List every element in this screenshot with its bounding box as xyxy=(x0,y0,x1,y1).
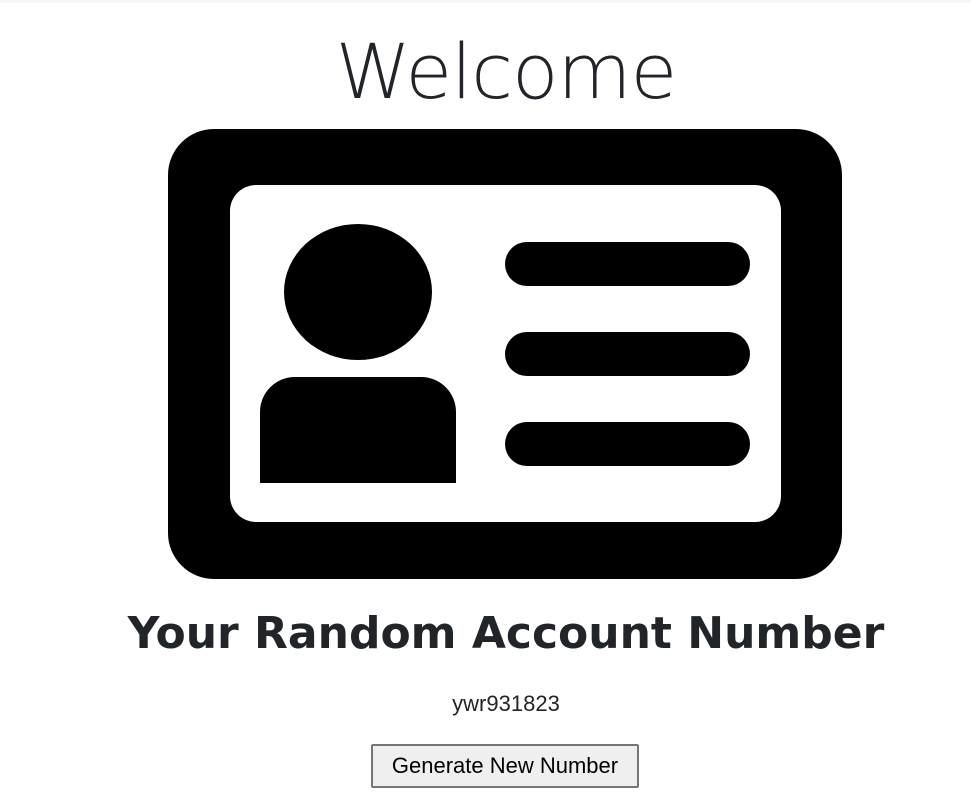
page-title: Welcome xyxy=(335,27,678,116)
page-container: Welcome Your Random Account Number ywr93… xyxy=(0,0,971,809)
generate-new-number-button[interactable]: Generate New Number xyxy=(371,744,639,788)
account-number-heading: Your Random Account Number xyxy=(127,608,885,659)
account-number-value: ywr931823 xyxy=(452,691,560,716)
id-card-icon xyxy=(168,129,842,579)
